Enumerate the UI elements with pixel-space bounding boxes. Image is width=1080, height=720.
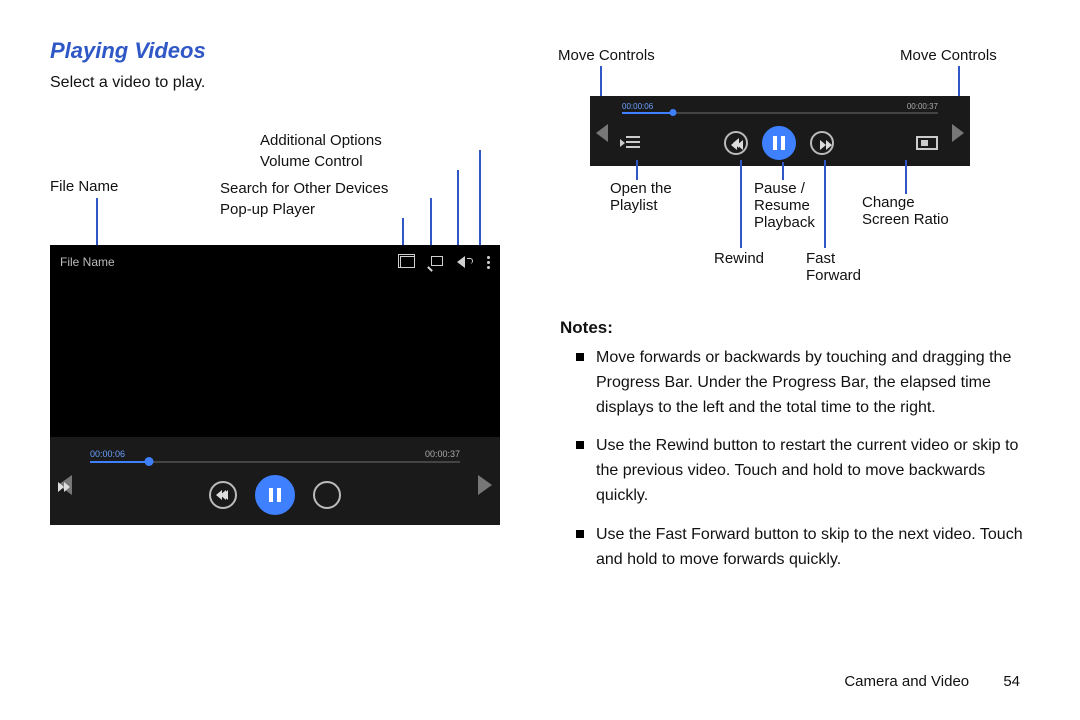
pause-button[interactable]: [255, 475, 295, 515]
label-popup-player: Pop-up Player: [220, 201, 315, 218]
label-volume-control: Volume Control: [260, 153, 363, 170]
leader-popup-player: [402, 218, 404, 248]
more-options-icon[interactable]: [487, 256, 490, 269]
popup-player-icon[interactable]: [400, 256, 415, 268]
leader-search-devices: [430, 198, 432, 248]
fast-forward-button[interactable]: [313, 481, 341, 509]
label-search-devices: Search for Other Devices: [220, 180, 388, 197]
footer-page-number: 54: [1003, 673, 1020, 690]
elapsed-time: 00:00:06: [90, 449, 125, 459]
leader-volume-control: [457, 170, 459, 248]
label-file-name: File Name: [50, 178, 118, 195]
page-footer: Camera and Video 54: [844, 673, 1020, 690]
volume-icon[interactable]: [459, 255, 473, 269]
player-filename: File Name: [60, 255, 115, 269]
note-item: Use the Rewind button to restart the cur…: [560, 434, 1040, 508]
section-heading: Playing Videos: [50, 38, 500, 64]
progress-bar[interactable]: 00:00:06 00:00:37: [90, 449, 460, 465]
notes-heading: Notes:: [560, 318, 1040, 338]
footer-section: Camera and Video: [844, 673, 969, 690]
search-devices-icon[interactable]: [429, 255, 445, 269]
notes-list: Move forwards or backwards by touching a…: [560, 346, 1040, 572]
total-time: 00:00:37: [425, 449, 460, 459]
leader-additional-options: [479, 150, 481, 248]
video-player-illustration: File Name 00:00:06 00:00:37: [50, 245, 500, 525]
label-additional-options: Additional Options: [260, 132, 382, 149]
section-subtext: Select a video to play.: [50, 74, 500, 92]
leader-file-name: [96, 198, 98, 248]
rewind-button[interactable]: [209, 481, 237, 509]
note-item: Use the Fast Forward button to skip to t…: [560, 523, 1040, 573]
player-controls-bar: 00:00:06 00:00:37: [50, 437, 500, 525]
note-item: Move forwards or backwards by touching a…: [560, 346, 1040, 420]
